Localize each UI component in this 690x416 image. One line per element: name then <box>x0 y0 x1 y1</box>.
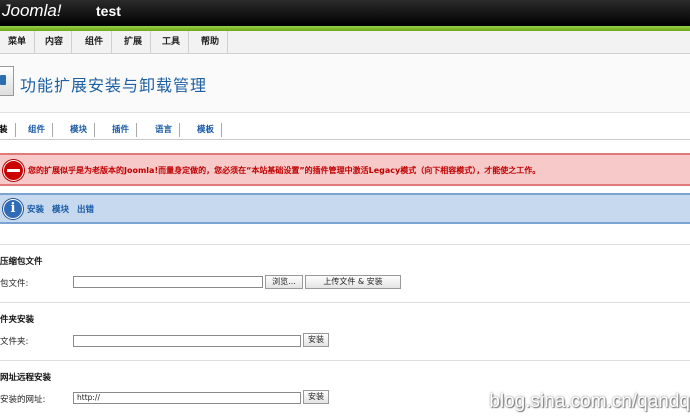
menu-item-content[interactable]: 内容 <box>37 31 73 53</box>
info-message-box: i 安装 模块 出错 <box>0 193 690 224</box>
url-install-button[interactable]: 安装 <box>303 390 329 404</box>
info-icon: i <box>3 199 23 219</box>
logo-text: Joomla! <box>2 1 62 20</box>
menu-item-extensions[interactable]: 扩展 <box>116 31 152 53</box>
main-menu: 菜单 内容 组件 扩展 工具 帮助 <box>0 31 690 54</box>
subtabs: 装 组件 模块 插件 语言 模板 <box>0 123 690 140</box>
error-icon <box>3 160 24 181</box>
menu-item-components[interactable]: 组件 <box>77 31 113 53</box>
upload-field-label: 包文件: <box>0 279 29 289</box>
info-link-error[interactable]: 出错 <box>77 205 94 215</box>
tab-install[interactable]: 装 <box>0 123 16 137</box>
tab-modules[interactable]: 模块 <box>63 123 96 137</box>
upload-package-section: 压缩包文件 包文件: 浏览... 上传文件 & 安装 <box>0 244 690 303</box>
upload-section-title: 压缩包文件 <box>0 257 43 267</box>
tab-components[interactable]: 组件 <box>21 123 54 137</box>
folder-field-label: 文件夹: <box>0 337 29 347</box>
error-message: 您的扩展似乎是为老版本的Joomla!而量身定做的，您必须在“本站基础设置”的插… <box>28 166 541 175</box>
url-section-title: 网址远程安装 <box>0 373 52 383</box>
upload-file-input[interactable] <box>73 276 263 288</box>
info-link-install[interactable]: 安装 <box>27 205 44 215</box>
upload-install-button[interactable]: 上传文件 & 安装 <box>305 275 401 289</box>
info-links: 安装 模块 出错 <box>27 203 99 215</box>
url-field-label: 安装的网址: <box>0 395 46 405</box>
error-message-box: 您的扩展似乎是为老版本的Joomla!而量身定做的，您必须在“本站基础设置”的插… <box>0 153 690 186</box>
tab-languages[interactable]: 语言 <box>148 123 181 137</box>
info-link-module[interactable]: 模块 <box>52 205 69 215</box>
tab-templates[interactable]: 模板 <box>190 123 223 137</box>
top-bar: Joomla! test <box>0 0 690 26</box>
browse-button[interactable]: 浏览... <box>265 275 303 289</box>
menu-item-menus[interactable]: 菜单 <box>0 31 36 53</box>
url-input[interactable]: http:// <box>73 392 301 404</box>
menu-item-tools[interactable]: 工具 <box>154 31 190 53</box>
title-area: 功能扩展安装与卸载管理 <box>0 54 690 113</box>
watermark: blog.sina.com.cn/qandq <box>489 391 690 412</box>
tab-plugins[interactable]: 插件 <box>105 123 138 137</box>
page-title: 功能扩展安装与卸载管理 <box>20 76 208 95</box>
site-name[interactable]: test <box>96 3 121 19</box>
joomla-logo: Joomla! <box>2 1 62 21</box>
folder-install-button[interactable]: 安装 <box>303 333 329 347</box>
folder-section-title: 件夹安装 <box>0 315 35 325</box>
menu-item-help[interactable]: 帮助 <box>193 31 229 53</box>
folder-install-section: 件夹安装 文件夹: 安装 <box>0 302 690 361</box>
install-icon <box>0 66 14 96</box>
folder-path-input[interactable] <box>73 335 301 347</box>
